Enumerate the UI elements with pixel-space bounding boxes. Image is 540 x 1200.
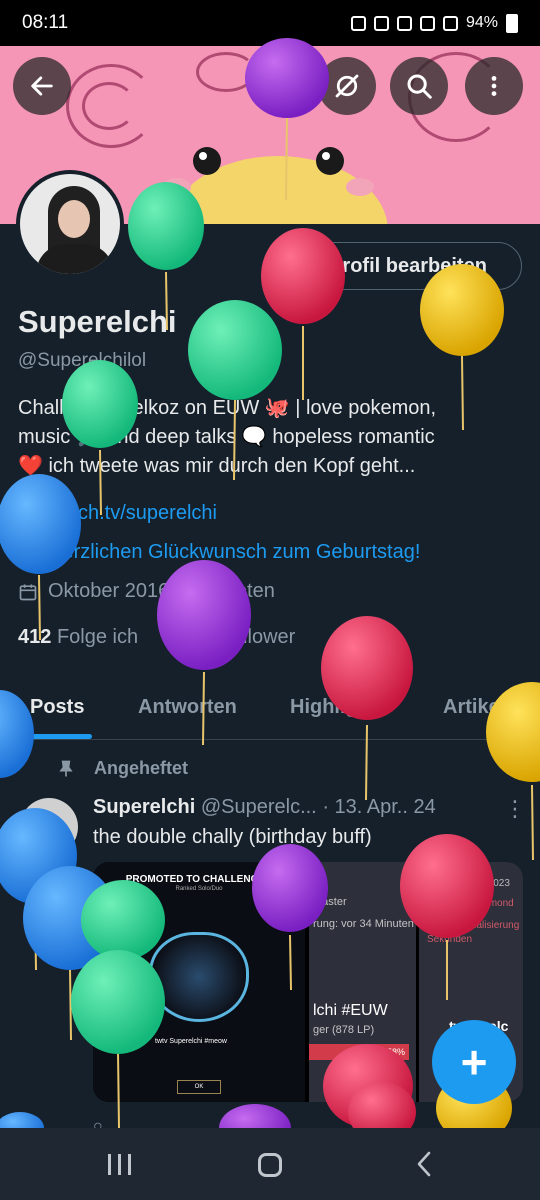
birthday-row: Herzlichen Glückwunsch zum Geburtstag!	[18, 541, 420, 564]
tweet-handle[interactable]: @Superelc...	[201, 796, 317, 818]
following-count: 412	[18, 626, 52, 648]
tab-articles[interactable]: Artikel	[443, 696, 505, 719]
followers-link[interactable]: 4.649 Follower	[164, 626, 295, 649]
bio-line: music 🎵 and deep talks 🗨️ hopeless roman…	[18, 426, 435, 448]
signal-icon	[442, 15, 458, 31]
status-bar: 08:11 94%	[0, 0, 540, 46]
media-title: PROMOTED TO CHALLENGER	[125, 874, 273, 885]
system-navigation-bar	[0, 1128, 540, 1200]
challenger-emblem	[149, 932, 249, 1022]
active-tab-indicator	[28, 734, 92, 739]
bio-line: Challenger Velkoz on EUW 🐙 | love pokemo…	[18, 397, 437, 419]
media-season: S2023	[481, 878, 510, 889]
recent-apps-button[interactable]	[108, 1154, 131, 1175]
tab-highlights[interactable]: Highlights	[290, 696, 388, 719]
tweet-avatar[interactable]	[20, 798, 78, 856]
tab-replies[interactable]: Antworten	[138, 696, 237, 719]
tweet-author[interactable]: Superelchi	[93, 796, 195, 818]
media-lp: ger (878 LP)	[313, 1024, 375, 1036]
avatar-body	[36, 244, 114, 274]
status-icons: 94%	[350, 13, 518, 33]
media-season-rank: S2023 S1 Diamond	[427, 898, 514, 909]
media-update: rung: vor 34 Minuten	[313, 918, 414, 930]
following-label: Folge ich	[56, 626, 139, 648]
calendar-icon	[19, 584, 37, 600]
user-handle: @Superelchilol	[18, 350, 147, 371]
avatar-face	[58, 200, 90, 238]
media-username: twtv Superelchi #meow	[155, 1038, 227, 1045]
joined-date: Oktober 2016 beigetreten	[48, 580, 275, 602]
link-icon	[21, 506, 35, 521]
pin-icon	[59, 760, 73, 776]
battery-icon	[506, 13, 518, 33]
tweet-header: Superelchi @Superelc... · 13. Apr.. 24	[93, 796, 436, 819]
banner-eye	[193, 147, 221, 175]
joined-row: Oktober 2016 beigetreten	[18, 580, 275, 603]
profile-tabs: Posts Antworten Highlights Artikel	[0, 678, 540, 740]
plus-icon: +	[460, 1036, 488, 1088]
media-image-rank[interactable]: master rung: vor 34 Minuten lchi #EUW ge…	[309, 862, 416, 1102]
media-season: S2024 S1	[427, 876, 479, 891]
banner-blush	[163, 178, 191, 196]
website-link[interactable]: twitch.tv/superelchi	[48, 502, 217, 525]
tab-posts[interactable]: Posts	[30, 696, 84, 719]
banner-blush	[346, 178, 374, 196]
display-name: Superelchi	[18, 304, 177, 339]
notification-icon	[350, 15, 366, 31]
more-button[interactable]	[465, 57, 523, 115]
website-row: twitch.tv/superelchi	[18, 502, 217, 525]
banner-swirl	[82, 82, 136, 130]
eye-slash-icon	[335, 74, 359, 98]
location-pin-icon	[21, 543, 35, 562]
media-subtitle: Ranked Solo/Duo	[175, 886, 223, 892]
mute-icon	[396, 15, 412, 31]
search-button[interactable]	[390, 57, 448, 115]
battery-percent: 94%	[465, 14, 498, 31]
follow-stats: 412 Folge ich 4.649 Follower	[18, 626, 295, 649]
more-vertical-icon	[491, 76, 497, 96]
media-player-name: lchi #EUW	[313, 1002, 388, 1019]
media-image-challenger[interactable]: PROMOTED TO CHALLENGER Ranked Solo/Duo t…	[93, 862, 305, 1102]
birthday-link[interactable]: Herzlichen Glückwunsch zum Geburtstag!	[48, 541, 420, 564]
back-nav-icon[interactable]	[414, 1150, 434, 1178]
pinned-label-row: Angeheftet	[56, 758, 188, 779]
back-arrow-icon	[31, 76, 53, 96]
search-icon	[407, 74, 432, 99]
bio-line: ❤️ ich tweete was mir durch den Kopf geh…	[18, 455, 416, 477]
media-ok-button: OK	[177, 1080, 221, 1094]
edit-profile-button[interactable]: Profil bearbeiten	[294, 242, 522, 290]
following-link[interactable]: 412 Folge ich	[18, 626, 138, 649]
profile-avatar[interactable]	[16, 170, 124, 278]
banner-swirl	[196, 52, 256, 92]
banner-eye	[316, 147, 344, 175]
wifi-icon	[419, 15, 435, 31]
media-update: Sekunden	[427, 934, 473, 945]
media-winrate: 97 ... 58%	[309, 1044, 409, 1060]
back-button[interactable]	[13, 57, 71, 115]
pinned-label: Angeheftet	[94, 758, 188, 778]
hide-button[interactable]	[318, 57, 376, 115]
alarm-icon	[373, 15, 389, 31]
tweet-text: the double chally (birthday buff)	[93, 826, 372, 848]
profile-bio: Challenger Velkoz on EUW 🐙 | love pokemo…	[18, 394, 523, 481]
compose-button[interactable]: +	[432, 1020, 516, 1104]
tweet-date[interactable]: · 13. Apr.. 24	[322, 796, 435, 818]
status-time: 08:11	[22, 12, 69, 33]
followers-count: 4.649	[164, 626, 215, 648]
home-button[interactable]	[258, 1153, 282, 1177]
followers-label: Follower	[219, 626, 296, 648]
tweet-more-icon[interactable]: ⋮	[504, 796, 526, 822]
media-rank: master	[313, 896, 347, 908]
media-update: Letzte Aktualisierung	[427, 920, 520, 931]
